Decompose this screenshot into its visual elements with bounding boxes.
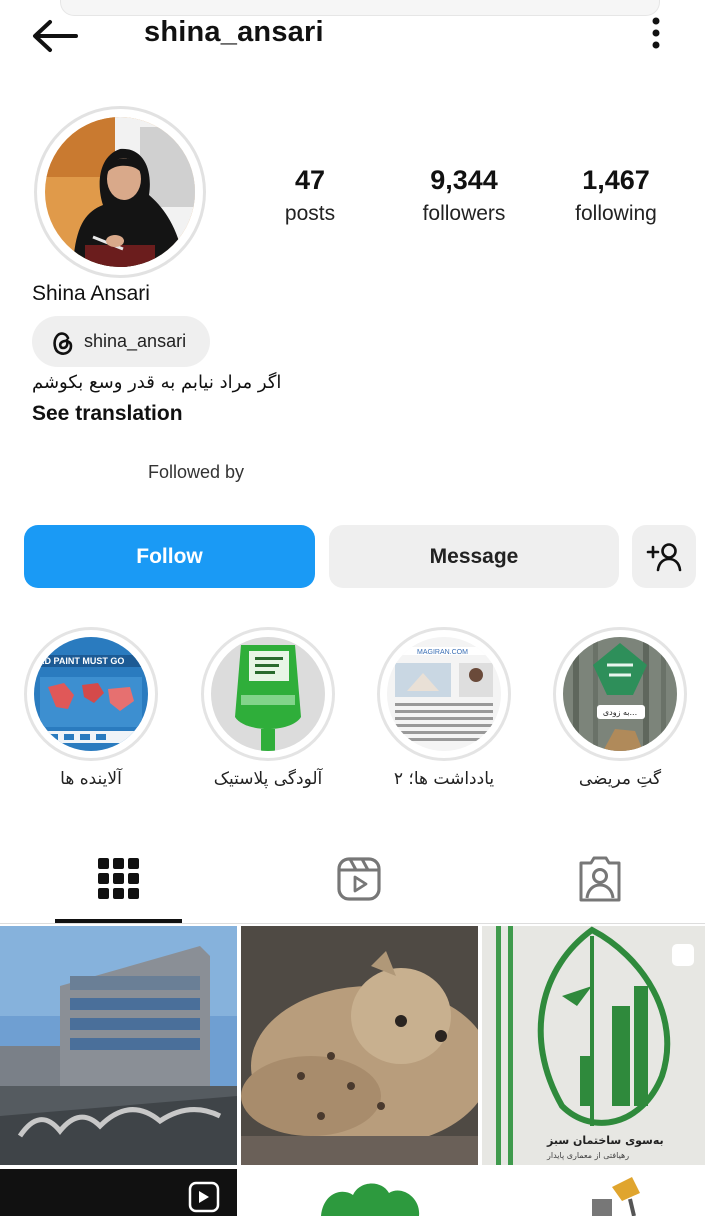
post-thumbnail[interactable] <box>0 1169 237 1216</box>
tab-posts-grid[interactable] <box>94 854 144 904</box>
highlight-cover: MAGIRAN.COM <box>387 637 501 751</box>
posts-stat: 47 posts <box>270 164 350 230</box>
active-tab-indicator <box>55 919 182 923</box>
reels-icon <box>337 857 381 901</box>
following-label: following <box>575 202 657 225</box>
highlight-cover <box>211 637 325 751</box>
carousel-icon <box>672 944 694 966</box>
post-thumbnail[interactable] <box>482 1169 705 1216</box>
profile-header: shina_ansari <box>0 0 705 70</box>
tagged-person-icon <box>579 856 621 902</box>
post-thumbnail[interactable] <box>0 926 237 1165</box>
profile-avatar[interactable] <box>34 106 206 278</box>
post-thumbnail[interactable]: به‌سوی ساختمان سبز رهیافتی از معماری پای… <box>482 926 705 1165</box>
followers-label: followers <box>422 202 506 225</box>
bio-text: اگر مراد نیابم به قدر وسع بکوشم <box>32 372 282 393</box>
profile-tabs <box>0 840 705 924</box>
back-arrow-icon[interactable] <box>30 18 80 54</box>
highlight-item[interactable]: به زودی... گتِ مریضی <box>553 627 687 789</box>
follow-button[interactable]: Follow <box>24 525 315 588</box>
highlight-item[interactable]: MAGIRAN.COM یادداشت ها؛ ۲ <box>377 627 511 789</box>
tab-reels[interactable] <box>334 854 384 904</box>
suggest-users-button[interactable] <box>632 525 696 588</box>
posts-count: 47 <box>294 165 326 195</box>
following-count: 1,467 <box>582 165 650 195</box>
threads-icon <box>53 332 73 355</box>
followers-stat[interactable]: 9,344 followers <box>404 164 524 230</box>
display-name: Shina Ansari <box>32 282 150 305</box>
followers-count: 9,344 <box>430 165 498 195</box>
following-stat[interactable]: 1,467 following <box>556 164 676 230</box>
post-caption: به‌سوی ساختمان سبز <box>546 1134 664 1147</box>
see-translation-link[interactable]: See translation <box>32 402 183 426</box>
threads-handle: shina_ansari <box>84 331 187 351</box>
message-button[interactable]: Message <box>329 525 619 588</box>
highlight-item[interactable]: آلودگی پلاستیک <box>201 627 335 789</box>
highlight-label: یادداشت ها؛ ۲ <box>393 769 495 789</box>
posts-label: posts <box>284 202 336 225</box>
post-thumbnail[interactable] <box>241 1169 478 1216</box>
more-options-icon[interactable] <box>646 16 666 52</box>
highlight-label: آلاینده ها <box>60 769 122 789</box>
followed-by-text[interactable]: Followed by <box>148 462 244 483</box>
highlight-label: گتِ مریضی <box>578 769 662 789</box>
highlight-cover-text: MAGIRAN.COM <box>417 649 468 656</box>
highlight-cover-text: به زودی... <box>603 708 637 717</box>
threads-badge-button[interactable]: shina_ansari <box>32 316 210 367</box>
highlight-cover: به زودی... <box>563 637 677 751</box>
highlight-cover: AD PAINT MUST GO <box>34 637 148 751</box>
avatar-image <box>45 117 195 267</box>
highlight-label: آلودگی پلاستیک <box>213 769 323 789</box>
tab-tagged[interactable] <box>575 854 625 904</box>
highlight-item[interactable]: AD PAINT MUST GO آلاینده ها <box>24 627 158 789</box>
highlight-cover-text: AD PAINT MUST GO <box>38 656 124 666</box>
post-subcaption: رهیافتی از معماری پایدار <box>546 1151 629 1160</box>
header-username: shina_ansari <box>144 16 324 48</box>
posts-grid: به‌سوی ساختمان سبز رهیافتی از معماری پای… <box>0 926 705 1216</box>
grid-icon <box>98 858 139 899</box>
person-add-icon <box>646 542 682 571</box>
post-thumbnail[interactable] <box>241 926 478 1165</box>
